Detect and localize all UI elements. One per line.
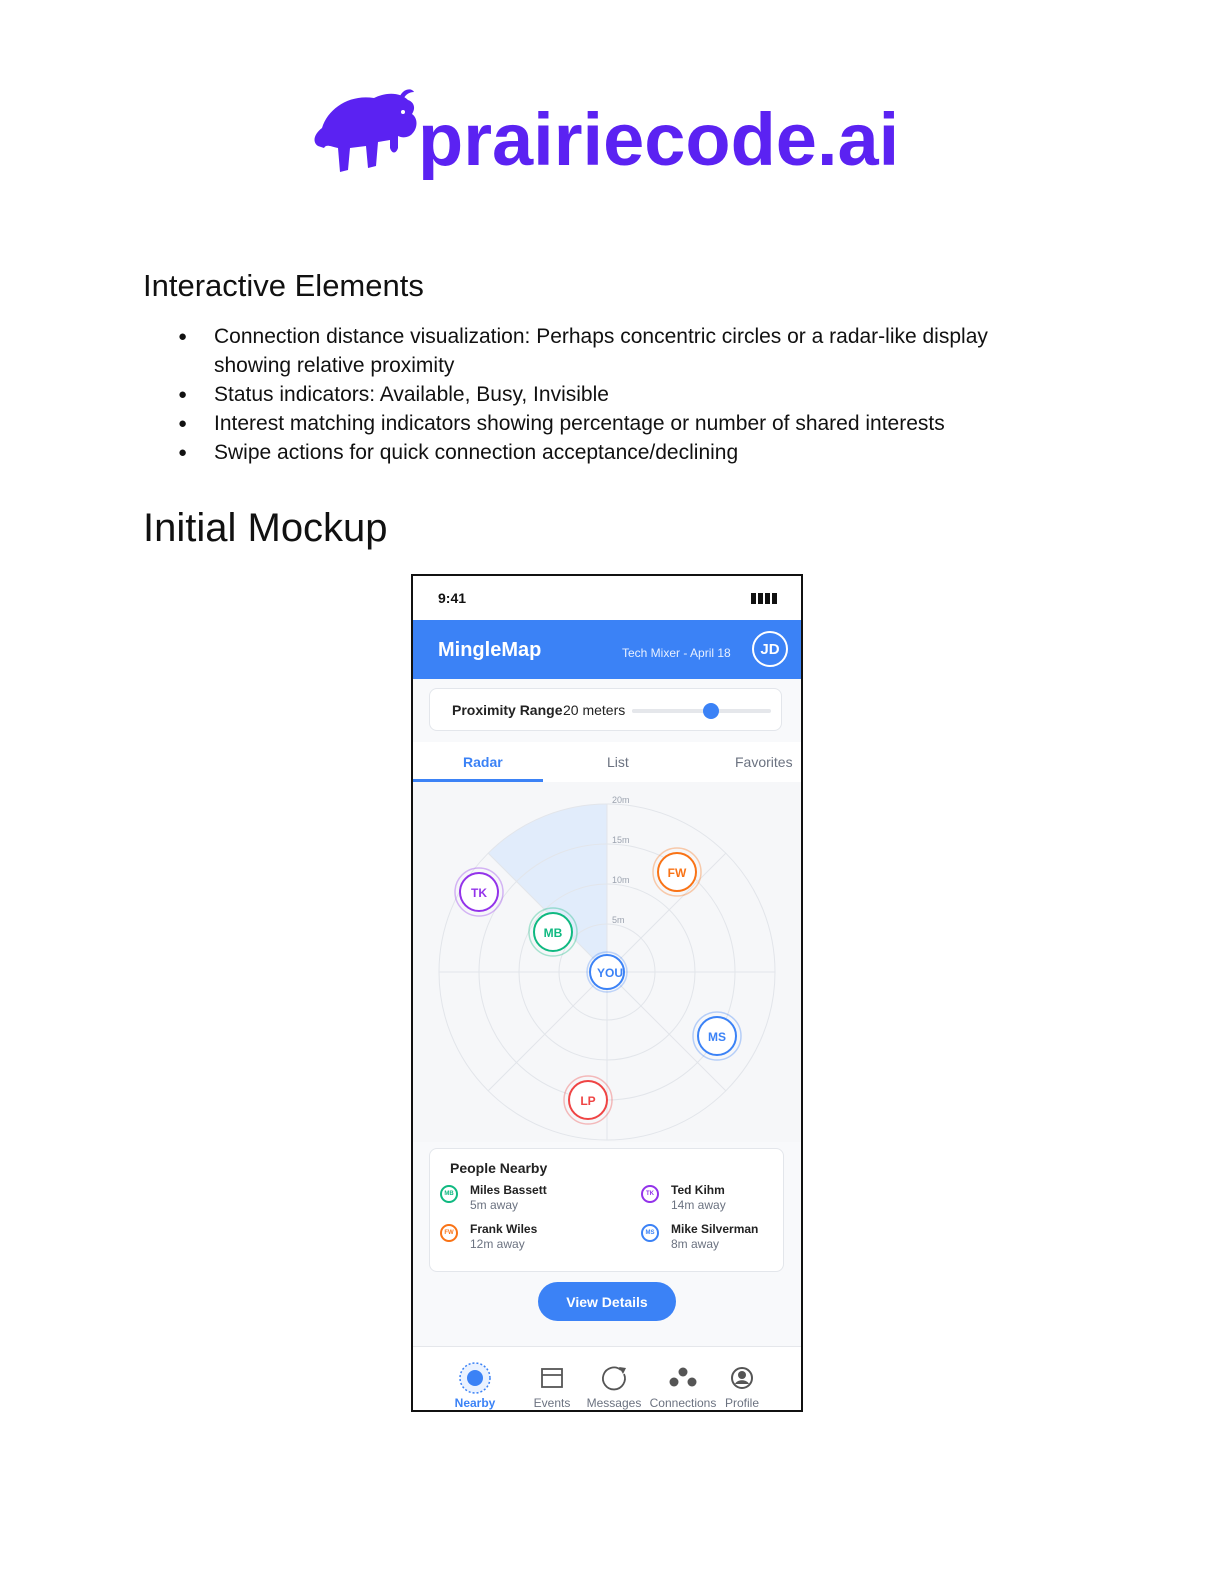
app-header: MingleMap Tech Mixer - April 18 JD (413, 620, 801, 679)
nav-item-nearby[interactable]: Nearby (435, 1347, 515, 1410)
person-name: Ted Kihm (671, 1183, 725, 1197)
app-title: MingleMap (438, 639, 542, 661)
radar-person-initials: MB (544, 926, 563, 940)
list-item[interactable]: MS Mike Silverman 8m away (641, 1222, 801, 1256)
radar-person-initials: FW (668, 866, 687, 880)
list-item[interactable]: TK Ted Kihm 14m away (641, 1183, 801, 1217)
radar-you-label: YOU (597, 966, 623, 980)
feature-list-item: Status indicators: Available, Busy, Invi… (176, 380, 1056, 409)
proximity-range-label: Proximity Range (452, 702, 563, 718)
tab-favorites[interactable]: Favorites (735, 754, 793, 770)
status-time: 9:41 (438, 590, 467, 606)
view-tabs: Radar List Favorites (413, 742, 801, 782)
radar-person-tk[interactable]: TK (454, 867, 504, 917)
bison-icon (314, 89, 417, 172)
person-avatar: FW (440, 1224, 458, 1242)
list-item[interactable]: FW Frank Wiles 12m away (440, 1222, 600, 1256)
person-avatar: MS (641, 1224, 659, 1242)
battery-icon (751, 593, 777, 604)
people-nearby-card: People Nearby MB Miles Bassett 5m away T… (429, 1148, 784, 1272)
person-avatar: MB (440, 1185, 458, 1203)
radar-person-initials: MS (708, 1030, 726, 1044)
radar-you: YOU (586, 951, 628, 993)
person-avatar: TK (641, 1185, 659, 1203)
nav-label: Profile (724, 1396, 759, 1410)
people-nearby-title: People Nearby (450, 1160, 548, 1176)
status-bar: 9:41 (413, 576, 801, 620)
calendar-icon (541, 1368, 563, 1388)
network-icon (669, 1367, 697, 1387)
view-details-button[interactable]: View Details (538, 1282, 676, 1321)
person-distance: 14m away (671, 1198, 726, 1212)
user-circle-icon (731, 1367, 753, 1389)
radar-person-mb[interactable]: MB (528, 907, 578, 957)
feature-list-item: Swipe actions for quick connection accep… (176, 438, 1056, 467)
nav-label: Nearby (454, 1396, 496, 1410)
tab-list[interactable]: List (607, 754, 629, 770)
logo-graphic: prairiecode.ai (314, 89, 899, 180)
section-heading-interactive: Interactive Elements (143, 268, 424, 303)
person-name: Frank Wiles (470, 1222, 538, 1236)
radar-display: 20m 15m 10m 5m TK FW MB MS LP YOU (413, 782, 801, 1142)
person-distance: 8m away (671, 1237, 720, 1251)
nav-item-messages[interactable]: Messages (574, 1347, 654, 1410)
feature-list: Connection distance visualization: Perha… (176, 322, 1056, 467)
proximity-range-card: Proximity Range 20 meters (429, 688, 782, 731)
proximity-slider-fill (632, 709, 712, 713)
proximity-range-value: 20 meters (563, 702, 626, 718)
person-distance: 5m away (470, 1198, 519, 1212)
phone-mockup: 9:41 MingleMap Tech Mixer - April 18 JD … (411, 574, 803, 1412)
feature-list-item: Interest matching indicators showing per… (176, 409, 1056, 438)
proximity-slider-knob[interactable] (703, 703, 720, 719)
bottom-nav: Nearby Events Messages Connections Profi… (413, 1346, 801, 1410)
person-name: Mike Silverman (671, 1222, 759, 1236)
radar-ring-label: 10m (612, 875, 630, 885)
nav-label: Messages (586, 1396, 642, 1410)
chat-bubble-icon (602, 1366, 626, 1391)
logo: prairiecode.ai (304, 88, 914, 180)
radar-person-ms[interactable]: MS (692, 1011, 742, 1061)
section-heading-mockup: Initial Mockup (143, 506, 388, 550)
radar-person-fw[interactable]: FW (652, 847, 702, 897)
radar-ring-label: 15m (612, 835, 630, 845)
person-name: Miles Bassett (470, 1183, 547, 1197)
proximity-slider[interactable] (632, 703, 771, 719)
feature-list-item: Connection distance visualization: Perha… (176, 322, 1056, 380)
person-distance: 12m away (470, 1237, 525, 1251)
radar-person-lp[interactable]: LP (563, 1075, 613, 1125)
user-avatar[interactable]: JD (752, 631, 788, 667)
radar-person-initials: TK (471, 886, 487, 900)
nav-item-profile[interactable]: Profile (702, 1347, 782, 1410)
list-item[interactable]: MB Miles Bassett 5m away (440, 1183, 600, 1217)
tab-radar[interactable]: Radar (463, 754, 503, 770)
logo-wordmark: prairiecode.ai (418, 98, 899, 180)
radar-ring-label: 20m (612, 795, 630, 805)
radar-dot-icon (459, 1362, 491, 1394)
event-name: Tech Mixer - April 18 (622, 646, 731, 660)
radar-person-initials: LP (580, 1094, 595, 1108)
radar-ring-label: 5m (612, 915, 625, 925)
